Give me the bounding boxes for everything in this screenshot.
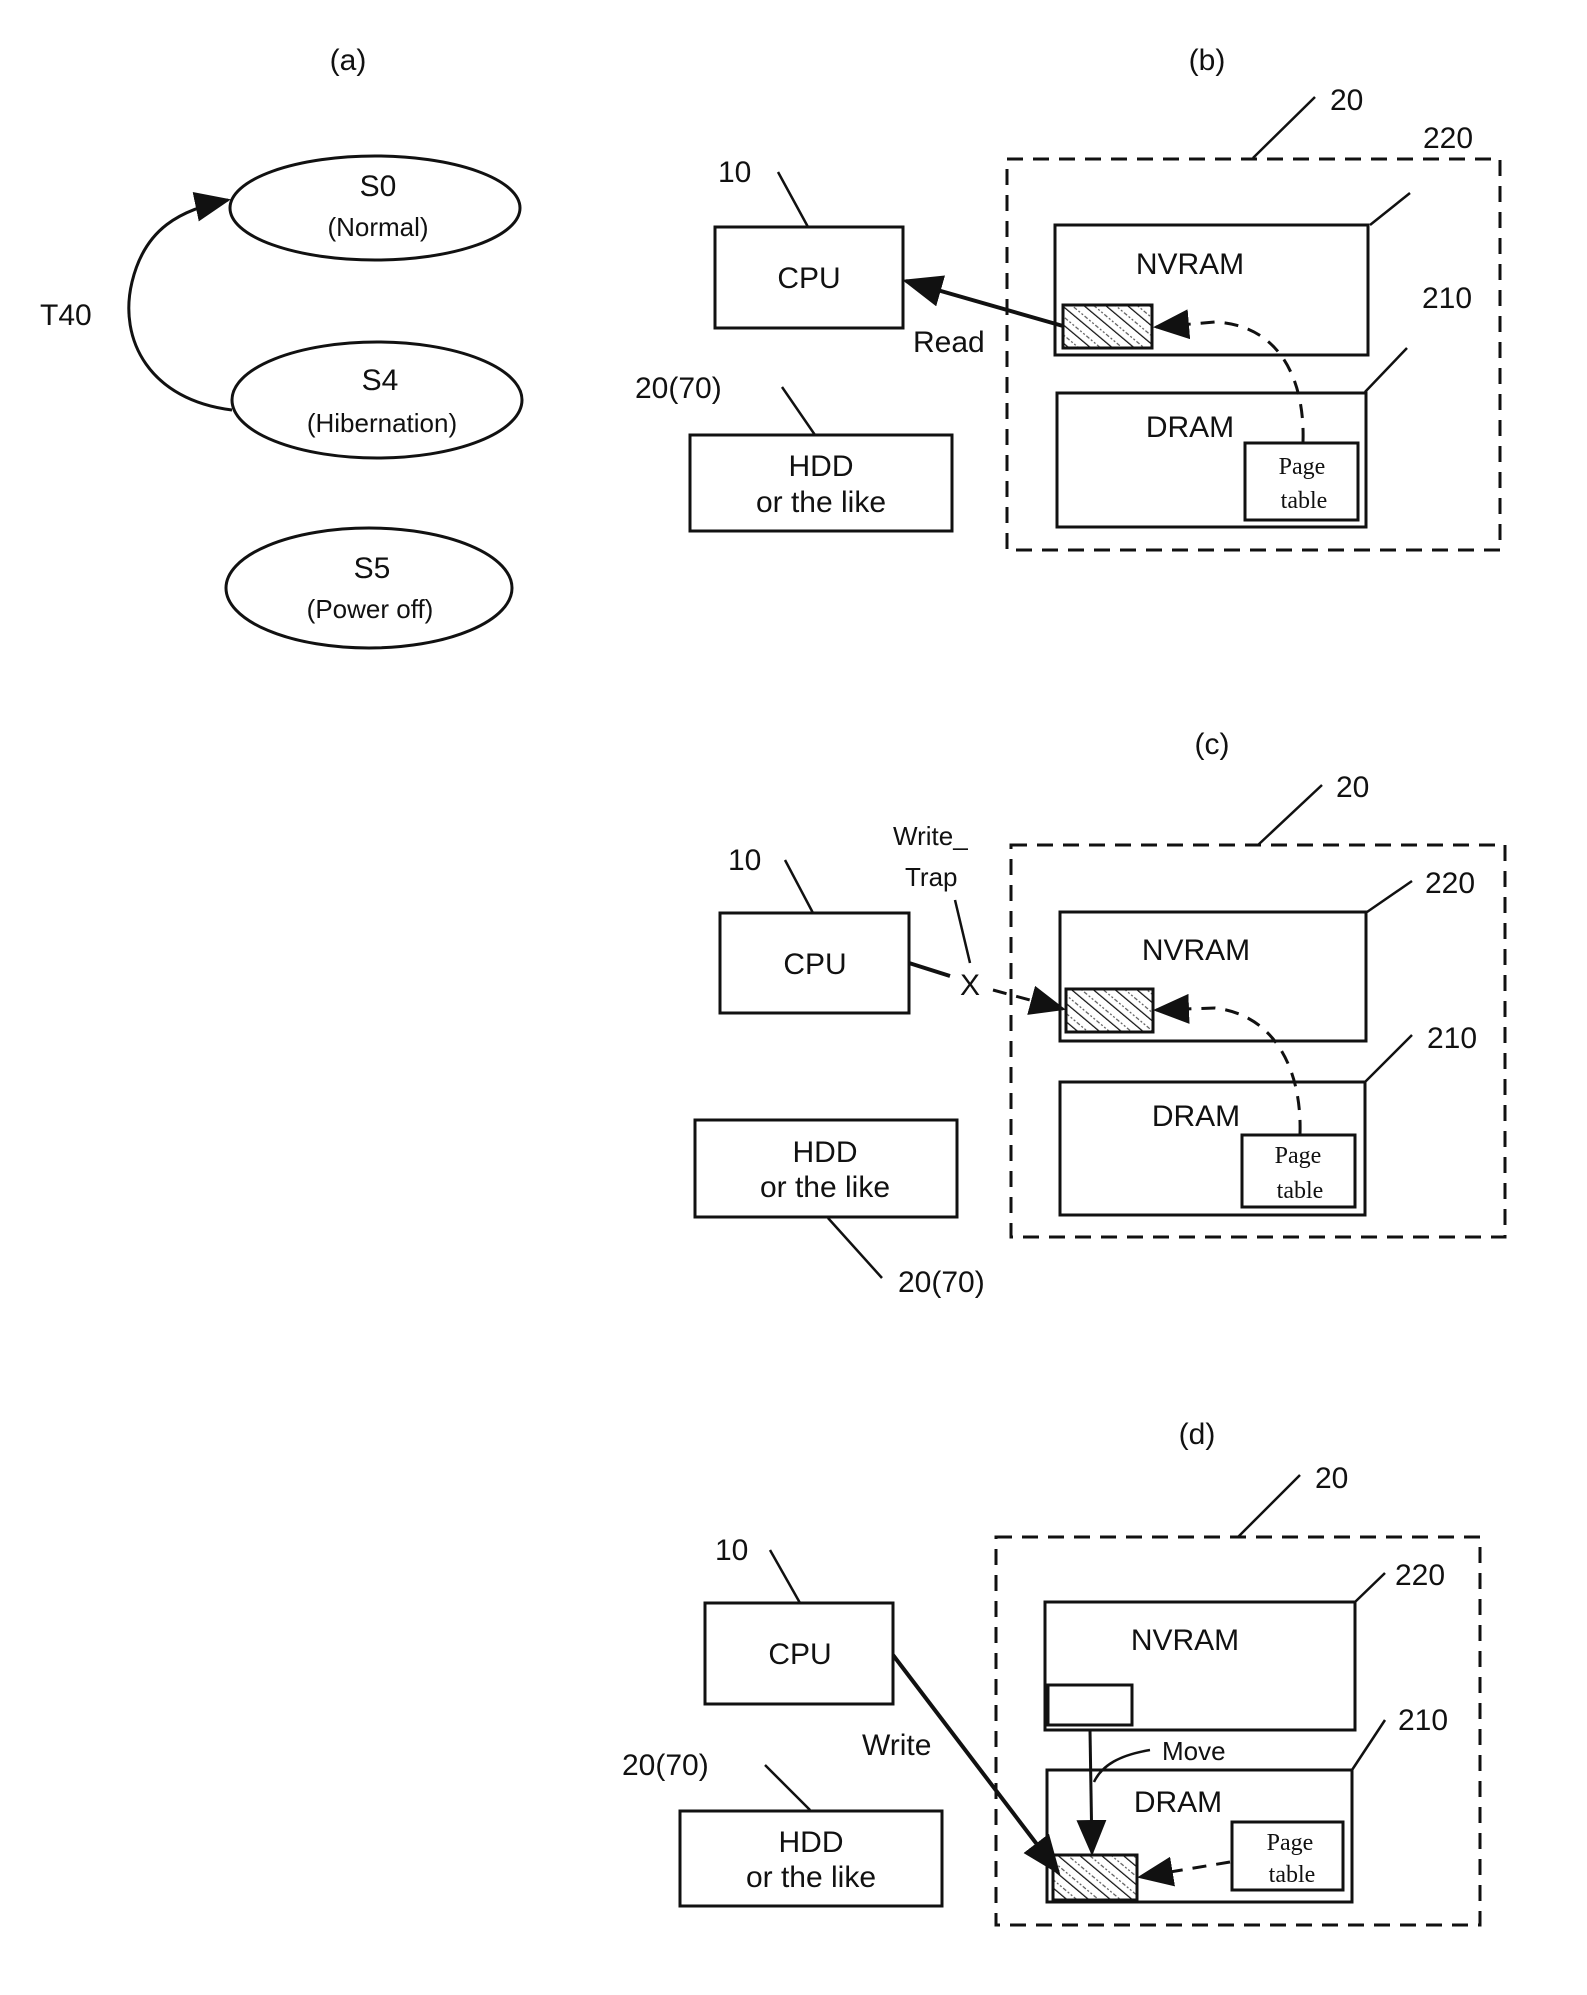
- panel-b-nvram-leader: [1369, 192, 1411, 226]
- panel-c-write-arrow: [992, 985, 1066, 1015]
- panel-c-hdd-leader: [827, 1217, 883, 1279]
- panel-d-memory-ref: 20: [1315, 1462, 1348, 1495]
- state-s5: S5 (Power off): [224, 526, 514, 650]
- panel-d-dram-leader: [1350, 1719, 1387, 1771]
- state-s4-ellipse: [230, 340, 524, 460]
- panel-c-dram-ref: 210: [1427, 1022, 1477, 1055]
- panel-b-cpu-ref: 10: [718, 156, 751, 189]
- panel-c-memory-ref: 20: [1336, 771, 1369, 804]
- panel-d-nvram-ref: 220: [1395, 1559, 1445, 1592]
- panel-b-nvram-ref: 220: [1423, 122, 1473, 155]
- panel-d-dram-label: DRAM: [1134, 1786, 1222, 1819]
- panel-b-hdd-line2: or the like: [756, 486, 886, 519]
- panel-d: (d) 20 CPU 10 HDD or the like 20(70) NVR…: [622, 1418, 1482, 1927]
- panel-b-cpu-label: CPU: [777, 262, 840, 295]
- panel-d-nvram-leader: [1354, 1572, 1386, 1603]
- patent-figure: (a) S0 (Normal) S4 (Hibernation) S5 (Pow…: [40, 44, 1507, 1927]
- panel-c-page-table-line1: Page: [1275, 1143, 1322, 1169]
- state-s0: S0 (Normal): [228, 154, 522, 262]
- panel-b: (b) 20 CPU 10 HDD or the like 20(70) NVR…: [635, 44, 1502, 552]
- panel-b-hdd-leader: [780, 386, 817, 436]
- panel-c-memory-leader: [1257, 784, 1323, 846]
- panel-d-write-label: Write: [862, 1729, 931, 1762]
- panel-b-cpu-leader: [776, 171, 810, 228]
- panel-d-hdd-line2: or the like: [746, 1861, 876, 1894]
- panel-c-cpu-leader: [783, 859, 815, 914]
- panel-c-dram-label: DRAM: [1152, 1100, 1240, 1133]
- panel-c-nvram-leader: [1366, 879, 1413, 914]
- panel-c-cpu-ref: 10: [728, 844, 761, 877]
- panel-d-cpu-leader: [768, 1549, 802, 1604]
- panel-c-blocked-mark: X: [960, 969, 980, 1002]
- panel-d-cpu-label: CPU: [768, 1638, 831, 1671]
- panel-d-dram-page-block: [1051, 1853, 1139, 1902]
- panel-b-hdd-line1: HDD: [789, 450, 854, 483]
- panel-c-trap-label-line1: Write_: [893, 821, 968, 851]
- panel-b-dram-label: DRAM: [1146, 411, 1234, 444]
- state-s0-name: S0: [360, 170, 397, 203]
- panel-d-heading: (d): [1179, 1418, 1216, 1451]
- panel-c-cpu-label: CPU: [783, 948, 846, 981]
- panel-b-nvram-label: NVRAM: [1136, 248, 1244, 281]
- panel-c-hdd-line2: or the like: [760, 1171, 890, 1204]
- panel-c-nvram-label: NVRAM: [1142, 934, 1250, 967]
- state-s4: S4 (Hibernation): [230, 340, 524, 460]
- panel-c: (c) 20 CPU 10 HDD or the like 20(70) NVR…: [693, 728, 1507, 1299]
- panel-b-read-label: Read: [913, 326, 985, 359]
- panel-b-dram-leader: [1364, 347, 1408, 393]
- transition-t40-label: T40: [40, 299, 92, 332]
- panel-b-page-table-line1: Page: [1279, 454, 1326, 480]
- panel-c-nvram-ref: 220: [1425, 867, 1475, 900]
- panel-b-read-arrow: [902, 275, 1064, 328]
- panel-d-hdd-ref: 20(70): [622, 1749, 709, 1782]
- panel-c-write-line: [908, 961, 951, 978]
- state-s4-desc: (Hibernation): [307, 408, 457, 438]
- panel-d-nvram-label: NVRAM: [1131, 1624, 1239, 1657]
- panel-a-heading: (a): [330, 44, 367, 77]
- panel-d-cpu-ref: 10: [715, 1534, 748, 1567]
- panel-d-memory-leader: [1237, 1474, 1301, 1538]
- panel-b-page-table-line2: table: [1281, 488, 1328, 514]
- panel-b-heading: (b): [1189, 44, 1226, 77]
- panel-c-hdd-ref: 20(70): [898, 1266, 985, 1299]
- state-s5-ellipse: [224, 526, 514, 650]
- panel-d-page-table-line1: Page: [1267, 1830, 1314, 1856]
- panel-c-page-table-line2: table: [1277, 1178, 1324, 1204]
- panel-d-move-arrow: [1076, 1729, 1107, 1856]
- state-s5-name: S5: [354, 552, 391, 585]
- panel-c-hdd-line1: HDD: [793, 1136, 858, 1169]
- panel-a: (a) S0 (Normal) S4 (Hibernation) S5 (Pow…: [40, 44, 524, 650]
- state-s4-name: S4: [362, 364, 399, 397]
- panel-d-move-label: Move: [1162, 1736, 1226, 1766]
- panel-b-memory-leader: [1252, 96, 1316, 159]
- transition-t40-arrow: [127, 192, 233, 412]
- panel-b-nvram-page-block: [1061, 303, 1154, 350]
- panel-b-dram-ref: 210: [1422, 282, 1472, 315]
- panel-b-hdd-ref: 20(70): [635, 372, 722, 405]
- panel-d-dram-ref: 210: [1398, 1704, 1448, 1737]
- panel-c-heading: (c): [1195, 728, 1230, 761]
- panel-d-hdd-line1: HDD: [779, 1826, 844, 1859]
- panel-c-dram-leader: [1364, 1034, 1413, 1083]
- panel-c-nvram-page-block: [1064, 987, 1155, 1034]
- panel-c-trap-leader: [953, 899, 972, 964]
- state-s0-desc: (Normal): [327, 212, 428, 242]
- panel-b-memory-ref: 20: [1330, 84, 1363, 117]
- panel-c-trap-label-line2: Trap: [905, 862, 958, 892]
- panel-d-page-table-line2: table: [1269, 1862, 1316, 1888]
- panel-d-hdd-leader: [764, 1764, 811, 1811]
- panel-d-nvram-empty-block: [1046, 1683, 1134, 1727]
- state-s5-desc: (Power off): [307, 594, 434, 624]
